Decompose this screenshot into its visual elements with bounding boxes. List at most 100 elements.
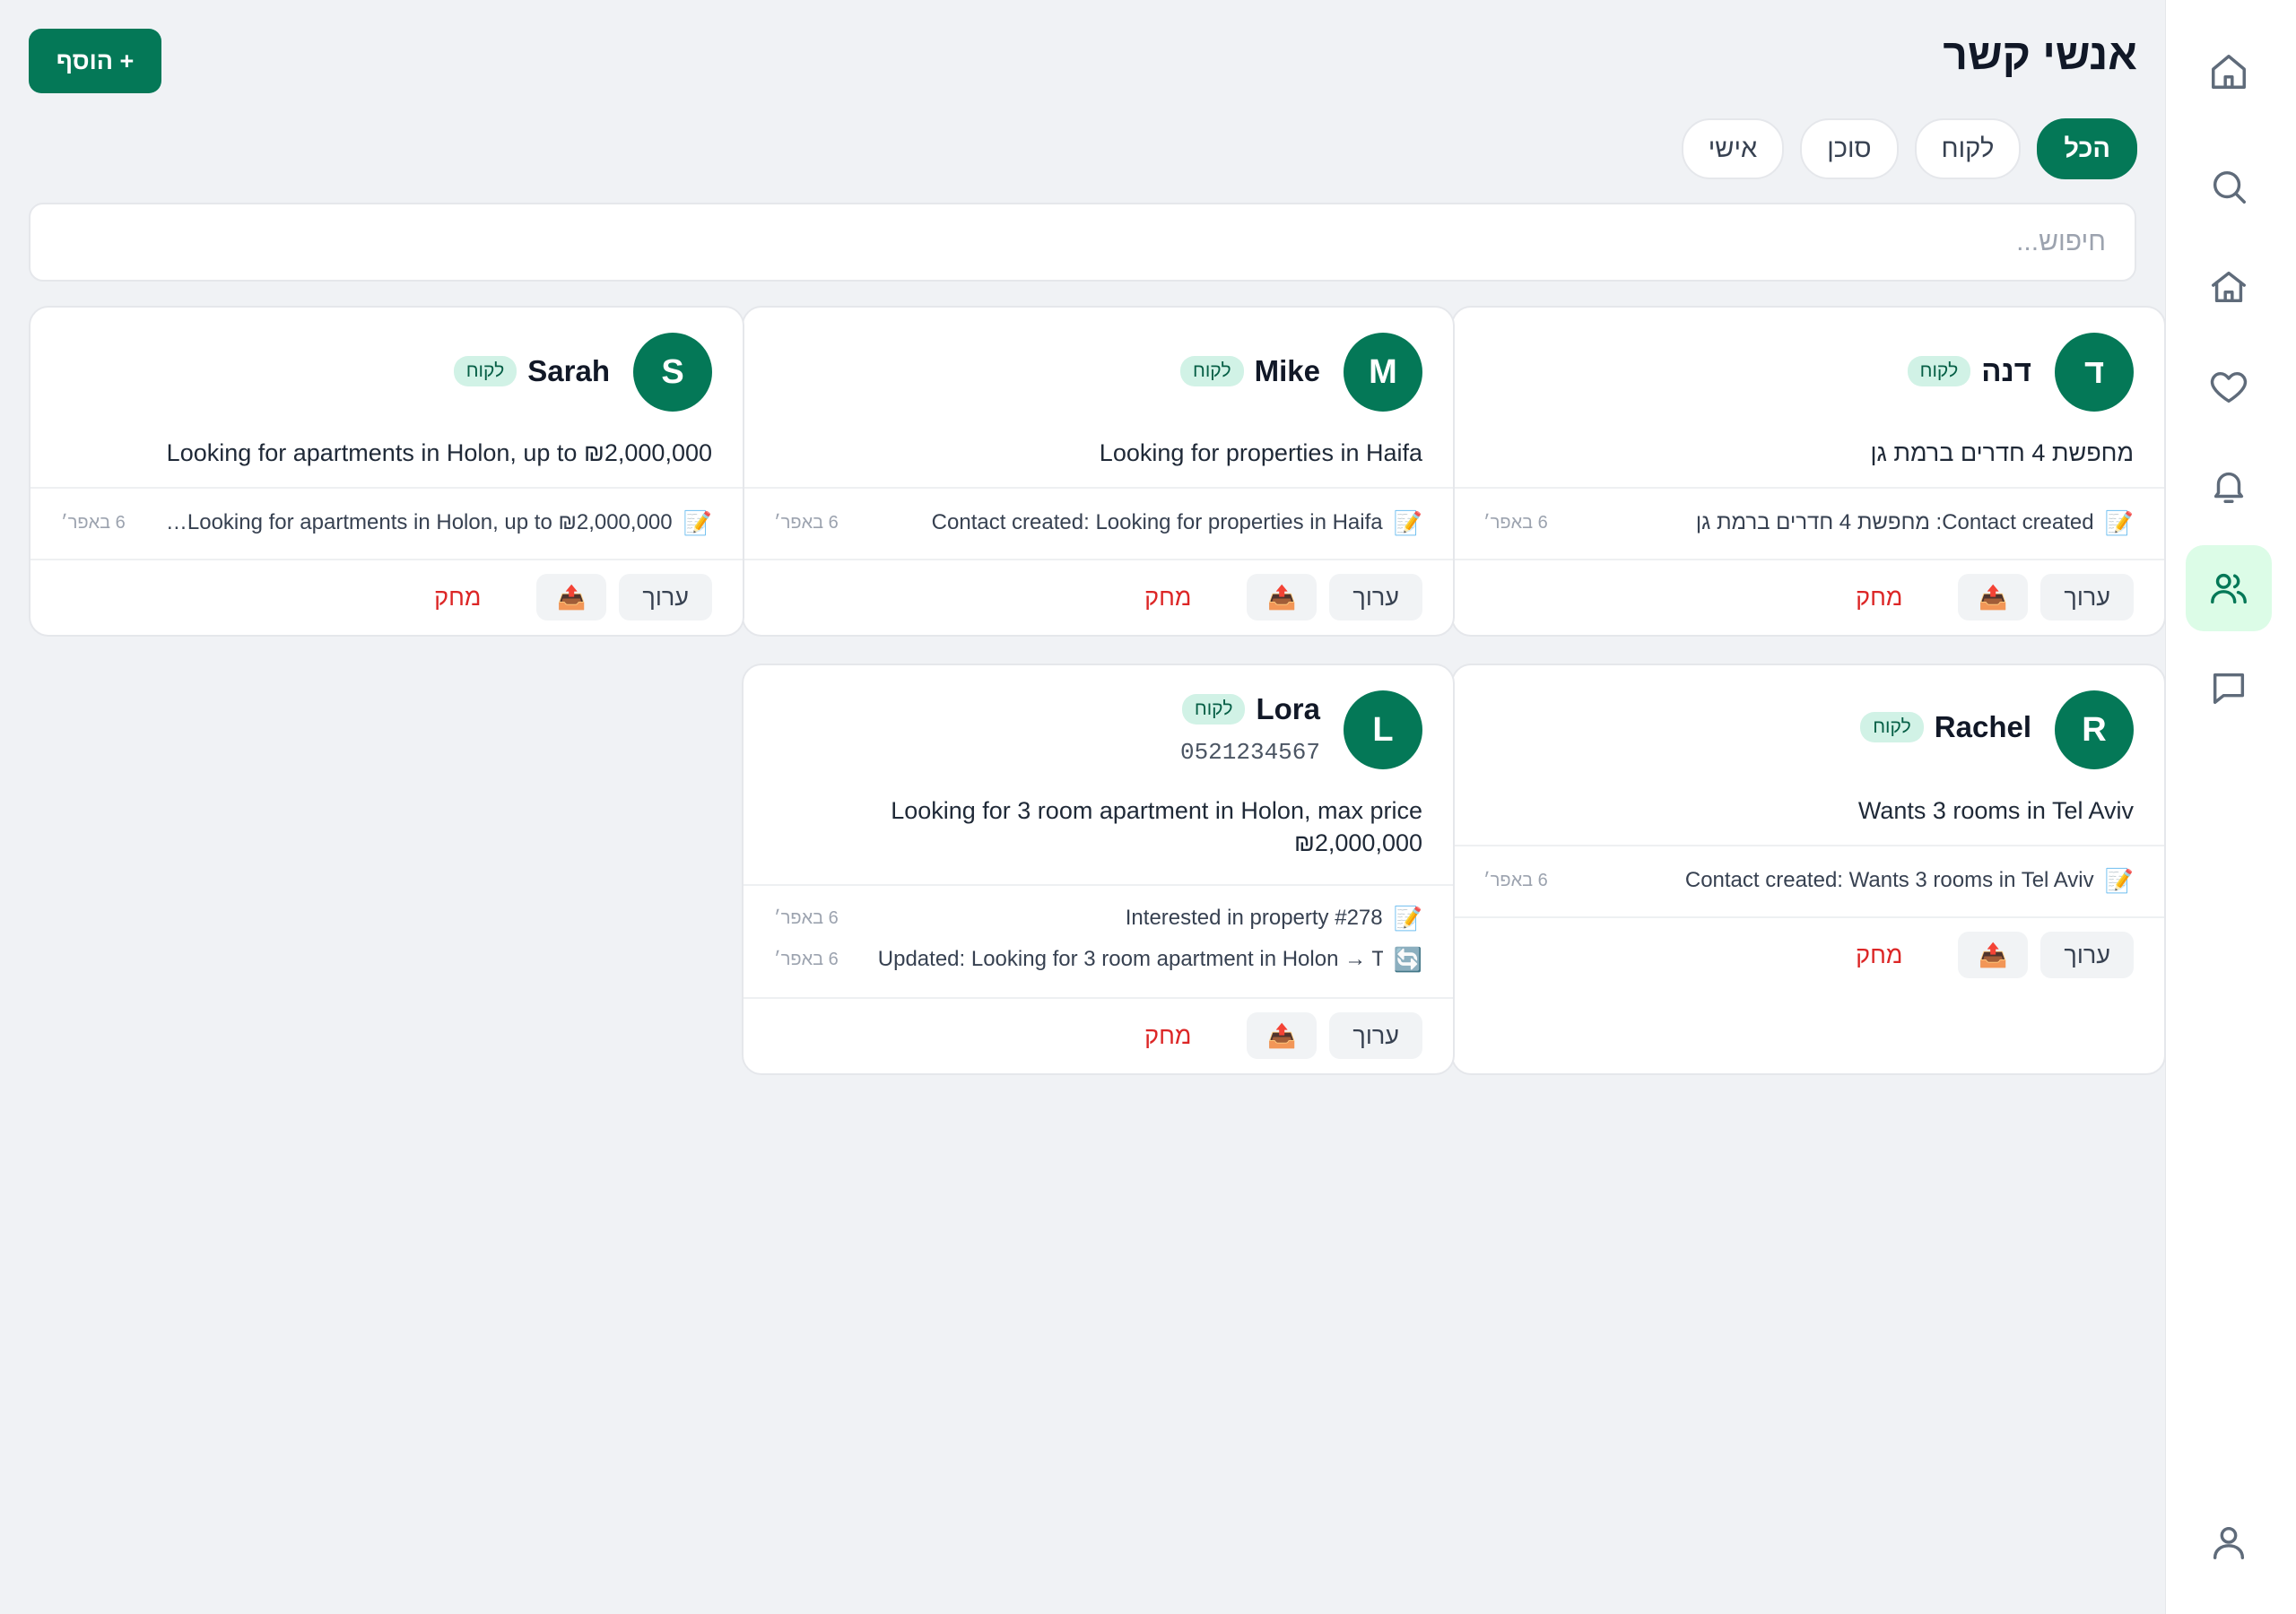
nav-contacts[interactable] [2186,545,2272,631]
note-icon: 📝 [683,508,712,536]
contact-description: Wants 3 rooms in Tel Aviv [1857,797,2134,824]
filter-agent[interactable]: סוכן [1800,118,1899,179]
tag-badge: לקוח [1907,356,1971,386]
user-icon [2213,1526,2245,1559]
divider [1453,916,2164,918]
avatar: ד [2055,333,2134,412]
contact-card: S Sarah לקוח Looking for apartments in H… [29,306,744,637]
nav-profile[interactable] [2186,1499,2272,1585]
delete-button[interactable]: מחק [1128,1012,1207,1059]
filter-personal[interactable]: אישי [1681,118,1785,179]
users-icon [2211,573,2247,604]
divider [1453,487,2164,489]
divider [30,487,743,489]
note-icon: 📝 [2104,866,2134,894]
edit-button[interactable]: ערוך [2040,574,2134,620]
heart-icon [2210,371,2248,404]
activity-text: Interested in property #278 [1125,906,1383,930]
nav-notifications[interactable] [2186,443,2272,529]
avatar: R [2055,690,2134,769]
sidebar-nav [2165,0,2296,1614]
delete-button[interactable]: מחק [1839,932,1918,978]
property-icon [2212,271,2246,303]
contact-name[interactable]: Sarah [527,354,610,388]
tag-badge: לקוח [1860,712,1924,742]
bell-icon [2213,472,2244,503]
contact-card: R Rachel לקוח Wants 3 rooms in Tel Aviv … [1451,664,2166,1075]
avatar: L [1344,690,1422,769]
search-icon [2213,170,2246,204]
contact-description: Looking for properties in Haifa [1099,439,1422,466]
activity-text: Updated: Looking for 3 room apartment in… [877,947,1383,971]
filter-all[interactable]: הכל [2037,118,2137,179]
nav-properties[interactable] [2186,244,2272,330]
delete-button[interactable]: מחק [1839,574,1918,620]
contact-name[interactable]: Rachel [1935,710,2031,744]
activity-item: 📝 Contact created: Looking for apartment… [61,505,712,541]
contact-card: ד דנה לקוח מחפשת 4 חדרים ברמת גן 📝 Conta… [1451,306,2166,637]
activity-item: 📝 Contact created: Looking for propertie… [774,505,1422,541]
note-icon: 📝 [1393,508,1422,536]
home-icon [2212,55,2246,89]
avatar: S [633,333,712,412]
note-icon: 📝 [1393,904,1422,932]
page-title: אנשי קשר [1943,31,2137,79]
contact-description: Looking for 3 room apartment in Holon, m… [891,797,1422,856]
activity-date: 6 באפר׳ [61,512,126,533]
activity-item: 📝 Interested in property #278 6 באפר׳ [774,900,1422,936]
divider [744,487,1453,489]
nav-messages[interactable] [2186,646,2272,732]
tag-badge: לקוח [1181,694,1246,725]
chat-icon [2213,672,2245,705]
activity-item: 📝 Contact created: מחפשת 4 חדרים ברמת גן… [1483,505,2134,541]
contact-description: מחפשת 4 חדרים ברמת גן [1870,439,2134,466]
share-button[interactable]: 📤 [536,574,607,620]
divider [744,559,1453,560]
activity-date: 6 באפר׳ [774,949,839,969]
delete-button[interactable]: מחק [1128,574,1207,620]
activity-date: 6 באפר׳ [774,907,839,928]
divider [744,997,1453,999]
activity-text: Contact created: Wants 3 rooms in Tel Av… [1684,868,2094,892]
share-button[interactable]: 📤 [1247,574,1318,620]
divider [744,884,1453,886]
share-button[interactable]: 📤 [1958,574,2029,620]
add-contact-button[interactable]: + הוסף [29,29,161,93]
activity-item: 📝 Contact created: Wants 3 rooms in Tel … [1483,863,2134,898]
divider [30,559,743,560]
search-input[interactable] [29,203,2136,282]
filter-client[interactable]: לקוח [1914,118,2022,179]
nav-home[interactable] [2186,29,2272,115]
activity-text: Contact created: Looking for apartments … [164,510,673,534]
tag-badge: לקוח [453,356,517,386]
contact-card: M Mike לקוח Looking for properties in Ha… [742,306,1455,637]
nav-search[interactable] [2186,143,2272,230]
contact-description: Looking for apartments in Holon, up to ₪… [166,439,712,466]
divider [1453,559,2164,560]
activity-date: 6 באפר׳ [1483,870,1548,890]
update-icon: 🔄 [1393,945,1422,973]
nav-favorites[interactable] [2186,344,2272,430]
edit-button[interactable]: ערוך [2040,932,2134,978]
delete-button[interactable]: מחק [418,574,497,620]
contact-name[interactable]: Mike [1255,354,1320,388]
activity-item: 🔄 Updated: Looking for 3 room apartment … [774,941,1422,977]
edit-button[interactable]: ערוך [1329,574,1422,620]
tag-badge: לקוח [1180,356,1244,386]
note-icon: 📝 [2104,508,2134,536]
share-button[interactable]: 📤 [1247,1012,1318,1059]
divider [1453,845,2164,846]
edit-button[interactable]: ערוך [619,574,712,620]
activity-text: Contact created: Looking for properties … [931,510,1383,534]
activity-date: 6 באפר׳ [774,512,839,533]
activity-date: 6 באפר׳ [1483,512,1548,533]
contact-card: L Lora לקוח 0521234567 Looking for 3 roo… [742,664,1455,1075]
contact-name[interactable]: דנה [1981,354,2031,388]
filter-tabs: הכל לקוח סוכן אישי [1681,118,2137,179]
main-content: אנשי קשר + הוסף הכל לקוח סוכן אישי ד דנה… [0,0,2166,1614]
share-button[interactable]: 📤 [1958,932,2029,978]
contact-phone[interactable]: 0521234567 [1180,739,1320,766]
activity-text: Contact created: מחפשת 4 חדרים ברמת גן [1695,510,2094,534]
contact-name[interactable]: Lora [1256,692,1320,726]
edit-button[interactable]: ערוך [1329,1012,1422,1059]
